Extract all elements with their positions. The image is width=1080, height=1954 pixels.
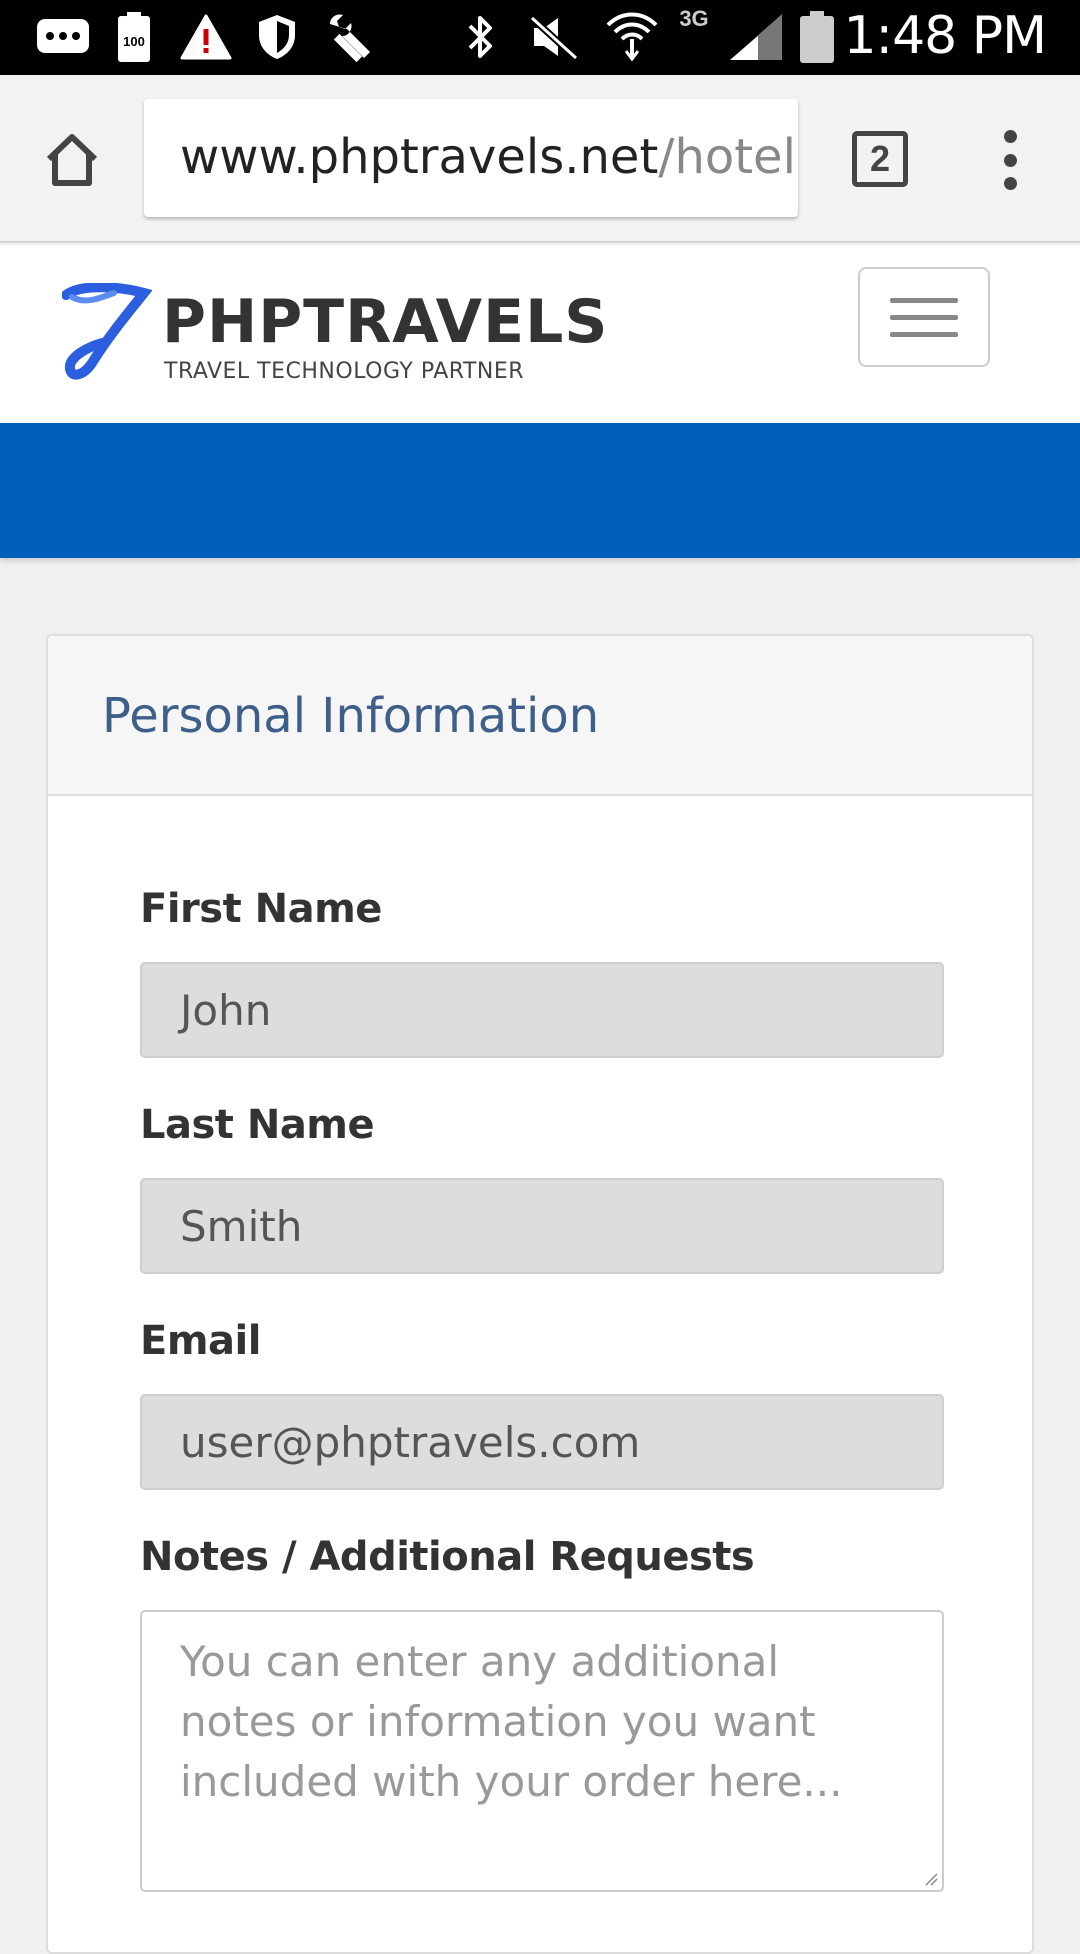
nav-toggle-button[interactable] bbox=[858, 267, 990, 367]
tab-switcher-button[interactable]: 2 bbox=[852, 131, 908, 187]
shield-icon bbox=[256, 12, 298, 62]
url-text: www.phptravels.net/hotels/ bbox=[180, 129, 798, 185]
status-bar: 100 3G 1:48 PM bbox=[0, 0, 1080, 75]
panel-title: Personal Information bbox=[102, 688, 600, 744]
site-header: PHPTRAVELS TRAVEL TECHNOLOGY PARTNER bbox=[0, 245, 1080, 423]
overflow-menu-button[interactable] bbox=[990, 130, 1030, 190]
mute-icon bbox=[528, 12, 580, 62]
panel-header: Personal Information bbox=[48, 636, 1032, 796]
email-label: Email bbox=[140, 1318, 261, 1364]
hamburger-line-icon bbox=[890, 331, 958, 337]
wifi-icon bbox=[604, 12, 660, 62]
messages-icon bbox=[36, 12, 90, 62]
brand-tagline: TRAVEL TECHNOLOGY PARTNER bbox=[164, 359, 525, 384]
status-time: 1:48 PM bbox=[843, 6, 1047, 66]
url-bar[interactable]: www.phptravels.net/hotels/ bbox=[144, 99, 798, 217]
brand-name: PHPTRAVELS bbox=[162, 287, 609, 357]
signal-icon bbox=[728, 12, 784, 62]
menu-dot-icon bbox=[1003, 153, 1017, 167]
battery-icon bbox=[798, 11, 836, 63]
email-field[interactable]: user@phptravels.com bbox=[140, 1394, 944, 1490]
notes-textarea[interactable]: You can enter any additional notes or in… bbox=[140, 1610, 944, 1892]
url-host: www.phptravels.net bbox=[180, 129, 659, 185]
menu-dot-icon bbox=[1003, 177, 1017, 190]
logo-mark-icon bbox=[62, 283, 152, 380]
home-icon bbox=[46, 134, 98, 186]
alert-icon bbox=[180, 12, 232, 62]
last-name-value: Smith bbox=[180, 1201, 303, 1251]
battery-100-icon: 100 bbox=[116, 12, 152, 62]
network-type-label: 3G bbox=[679, 6, 709, 31]
first-name-label: First Name bbox=[140, 886, 382, 932]
first-name-value: John bbox=[180, 985, 272, 1035]
menu-dot-icon bbox=[1003, 130, 1017, 143]
notes-placeholder: You can enter any additional notes or in… bbox=[180, 1637, 843, 1806]
last-name-field[interactable]: Smith bbox=[140, 1178, 944, 1274]
first-name-field[interactable]: John bbox=[140, 962, 944, 1058]
wrench-icon bbox=[324, 12, 374, 62]
resize-grip-icon[interactable] bbox=[924, 1872, 938, 1886]
tab-count: 2 bbox=[869, 138, 891, 179]
last-name-label: Last Name bbox=[140, 1102, 375, 1148]
personal-information-panel: Personal Information First Name John Las… bbox=[46, 634, 1034, 1954]
email-value: user@phptravels.com bbox=[180, 1417, 641, 1467]
hero-banner bbox=[0, 423, 1080, 558]
notes-label: Notes / Additional Requests bbox=[140, 1534, 755, 1580]
site-logo[interactable]: PHPTRAVELS TRAVEL TECHNOLOGY PARTNER bbox=[62, 279, 608, 389]
hamburger-line-icon bbox=[890, 297, 958, 303]
bluetooth-icon bbox=[462, 12, 498, 62]
hamburger-line-icon bbox=[890, 314, 958, 320]
browser-toolbar: www.phptravels.net/hotels/ 2 bbox=[0, 75, 1080, 243]
home-button[interactable] bbox=[38, 125, 106, 193]
battery-badge-text: 100 bbox=[123, 34, 145, 49]
url-path: /hotels/ bbox=[658, 129, 798, 185]
